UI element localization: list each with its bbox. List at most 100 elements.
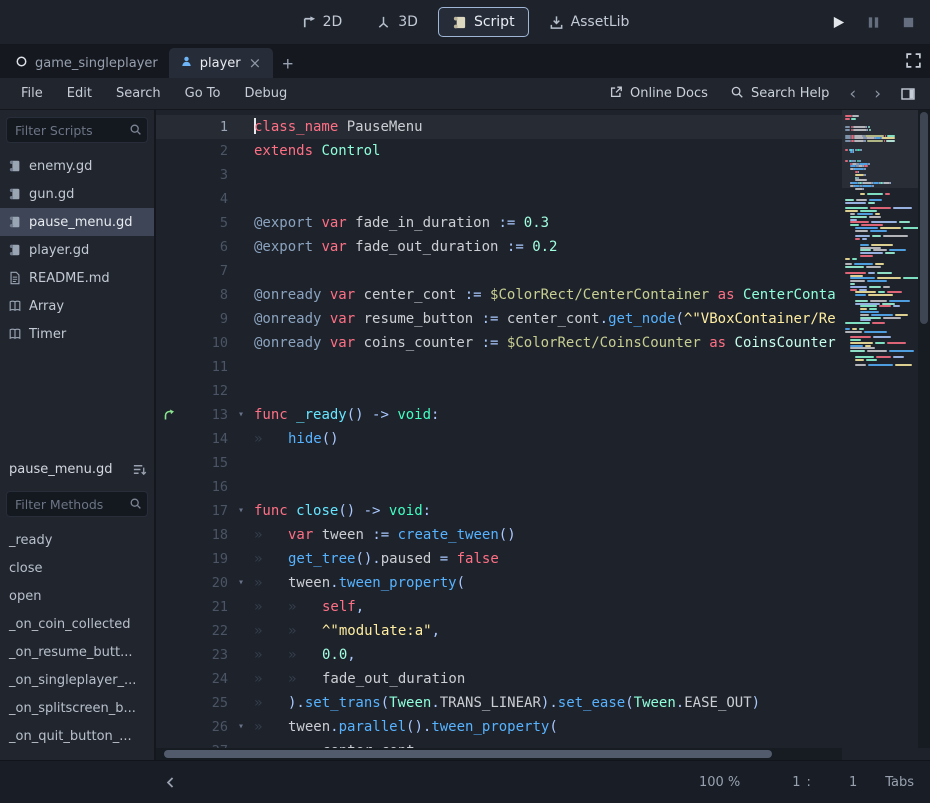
fold-arrow-icon[interactable]: ▾ (228, 571, 254, 595)
code-line-15[interactable]: 15 (156, 451, 842, 475)
tab-indent-marker: » (254, 691, 288, 715)
minimap-line-segment (853, 129, 867, 131)
vertical-scrollbar[interactable] (918, 110, 930, 748)
code-line-7[interactable]: 7 (156, 259, 842, 283)
script-item-Array[interactable]: Array (0, 292, 154, 320)
bottom-panel-chevron-icon[interactable] (160, 772, 181, 793)
filter-methods-input[interactable] (6, 491, 148, 517)
menu-search[interactable]: Search (105, 82, 172, 105)
horizontal-scrollbar-thumb[interactable] (164, 750, 772, 758)
code-line-11[interactable]: 11 (156, 355, 842, 379)
code-line-9[interactable]: 9@onready var resume_button := center_co… (156, 307, 842, 331)
stop-button[interactable] (899, 13, 918, 32)
scene-tab-player[interactable]: player × (169, 48, 273, 78)
code-line-8[interactable]: 8@onready var center_cont := $ColorRect/… (156, 283, 842, 307)
fold-arrow-icon[interactable]: ▾ (228, 403, 254, 427)
script-item-enemy.gd[interactable]: enemy.gd (0, 152, 154, 180)
script-item-README.md[interactable]: README.md (0, 264, 154, 292)
workspace-script-button[interactable]: Script (438, 7, 529, 37)
scripts-panel-toggle-icon[interactable] (896, 84, 920, 104)
code-line-20[interactable]: 20▾»tween.tween_property( (156, 571, 842, 595)
code-line-19[interactable]: 19»get_tree().paused = false (156, 547, 842, 571)
method-item-_on_coin_collected[interactable]: _on_coin_collected (0, 610, 154, 638)
minimap-line-segment (854, 263, 873, 265)
code-line-10[interactable]: 10@onready var coins_counter := $ColorRe… (156, 331, 842, 355)
script-scroll-icon (452, 15, 467, 30)
code-line-1[interactable]: 1class_name PauseMenu (156, 115, 842, 139)
minimap-line-segment (845, 129, 850, 131)
code-line-18[interactable]: 18»var tween := create_tween() (156, 523, 842, 547)
code-line-12[interactable]: 12 (156, 379, 842, 403)
code-line-2[interactable]: 2extends Control (156, 139, 842, 163)
code-line-5[interactable]: 5@export var fade_in_duration := 0.3 (156, 211, 842, 235)
minimap-line-segment (879, 305, 891, 307)
code-line-14[interactable]: 14»hide() (156, 427, 842, 451)
expand-editor-icon[interactable] (905, 52, 922, 69)
script-item-player.gd[interactable]: player.gd (0, 236, 154, 264)
method-item-label: _on_coin_collected (9, 617, 130, 632)
scene-tab-game-singleplayer[interactable]: game_singleplayer (4, 48, 169, 78)
code-line-4[interactable]: 4 (156, 187, 842, 211)
method-item-_on_splitscreen_b[interactable]: _on_splitscreen_b... (0, 694, 154, 722)
gutter-spacer (156, 667, 182, 691)
minimap-line-segment (864, 174, 866, 176)
pause-button[interactable] (864, 13, 883, 32)
method-item-close[interactable]: close (0, 554, 154, 582)
sort-methods-icon[interactable] (130, 460, 149, 479)
method-item-_on_quit_button_[interactable]: _on_quit_button_... (0, 722, 154, 750)
zoom-level[interactable]: 100 % (699, 775, 740, 790)
code-line-3[interactable]: 3 (156, 163, 842, 187)
fold-arrow-icon[interactable]: ▾ (228, 715, 254, 739)
code-line-26[interactable]: 26▾»tween.parallel().tween_property( (156, 715, 842, 739)
script-item-pause_menu.gd[interactable]: pause_menu.gd (0, 208, 154, 236)
script-item-gun.gd[interactable]: gun.gd (0, 180, 154, 208)
workspace-3d-button[interactable]: 3D (362, 7, 432, 37)
minimap-line-segment (860, 252, 883, 254)
indent-type[interactable]: Tabs (885, 775, 914, 790)
code-line-16[interactable]: 16 (156, 475, 842, 499)
line-number: 17 (182, 499, 228, 523)
menu-edit[interactable]: Edit (56, 82, 103, 105)
menu-file[interactable]: File (10, 82, 54, 105)
method-item-_on_resume_butt[interactable]: _on_resume_butt... (0, 638, 154, 666)
workspace-assetlib-button[interactable]: AssetLib (535, 7, 644, 37)
horizontal-scrollbar[interactable] (156, 748, 842, 760)
workspace-2d-button[interactable]: 2D (287, 7, 357, 37)
code-line-27[interactable]: 27»»center_cont, (156, 739, 842, 748)
code-editor[interactable]: 1class_name PauseMenu2extends Control345… (156, 110, 930, 760)
add-scene-tab-button[interactable]: + (273, 55, 302, 78)
menu-debug[interactable]: Debug (233, 82, 298, 105)
history-forward-button[interactable]: › (867, 84, 888, 104)
signal-connection-icon[interactable] (156, 403, 182, 427)
script-item-label: Timer (29, 327, 66, 342)
code-line-25[interactable]: 25»).set_trans(Tween.TRANS_LINEAR).set_e… (156, 691, 842, 715)
play-button[interactable] (829, 13, 848, 32)
code-text: func close() -> void: (254, 499, 842, 523)
search-help-button[interactable]: Search Help (721, 81, 838, 107)
code-line-23[interactable]: 23»»0.0, (156, 643, 842, 667)
vertical-scrollbar-thumb[interactable] (920, 112, 928, 324)
minimap-line-segment (871, 314, 893, 316)
code-line-21[interactable]: 21»»self, (156, 595, 842, 619)
online-docs-button[interactable]: Online Docs (600, 81, 717, 107)
minimap[interactable] (842, 110, 918, 748)
caret-column[interactable]: 1 (849, 775, 857, 790)
method-item-open[interactable]: open (0, 582, 154, 610)
code-line-24[interactable]: 24»»fade_out_duration (156, 667, 842, 691)
menu-goto[interactable]: Go To (174, 82, 232, 105)
method-item-_on_singleplayer_[interactable]: _on_singleplayer_... (0, 666, 154, 694)
code-line-6[interactable]: 6@export var fade_out_duration := 0.2 (156, 235, 842, 259)
close-tab-icon[interactable]: × (248, 56, 263, 71)
minimap-line-segment (893, 207, 912, 209)
minimap-line-segment (867, 129, 869, 131)
method-item-_ready[interactable]: _ready (0, 526, 154, 554)
code-line-13[interactable]: 13▾func _ready() -> void: (156, 403, 842, 427)
script-item-Timer[interactable]: Timer (0, 320, 154, 348)
history-back-button[interactable]: ‹ (842, 84, 863, 104)
fold-arrow-icon[interactable]: ▾ (228, 499, 254, 523)
search-help-label: Search Help (751, 86, 829, 101)
filter-scripts-input[interactable] (6, 117, 148, 143)
caret-line[interactable]: 1 (792, 775, 800, 790)
code-line-22[interactable]: 22»»^"modulate:a", (156, 619, 842, 643)
code-line-17[interactable]: 17▾func close() -> void: (156, 499, 842, 523)
